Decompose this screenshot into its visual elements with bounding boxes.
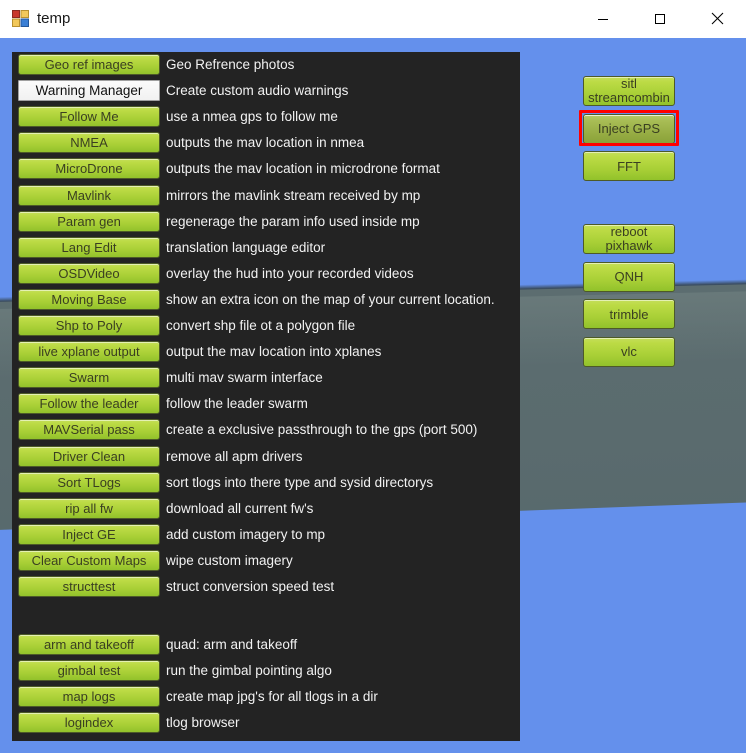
side-button-inject-gps[interactable]: Inject GPS — [583, 113, 675, 144]
close-icon — [711, 12, 723, 25]
tool-description: struct conversion speed test — [166, 579, 335, 594]
tool-description: translation language editor — [166, 239, 326, 255]
tool-row: Warning Manager Create custom audio warni… — [12, 80, 520, 102]
tool-row: live xplane output output the mav locatio… — [12, 341, 520, 363]
tool-button-mavlink[interactable]: Mavlink — [18, 184, 160, 206]
tool-row: structtest struct conversion speed test — [12, 576, 520, 598]
tool-description: add custom imagery to mp — [166, 526, 326, 542]
tool-row: logindex tlog browser — [12, 712, 520, 734]
tool-button-inject-ge[interactable]: Inject GE — [18, 523, 160, 545]
tool-description: multi mav swarm interface — [166, 370, 323, 386]
tool-row: Sort TLogs sort tlogs into there type and… — [12, 471, 520, 494]
tool-button-microdrone[interactable]: MicroDrone — [18, 158, 160, 180]
tool-description: mirrors the mavlink stream received by m… — [166, 187, 421, 203]
tool-row: MAVSerial pass create a exclusive passthr… — [12, 419, 520, 441]
tools-panel: Geo ref images Geo Refrence photos Warning… — [12, 52, 520, 741]
tool-row: Driver Clean remove all apm drivers — [12, 445, 520, 468]
maximize-icon — [655, 13, 665, 24]
side-button-vlc[interactable]: vlc — [583, 336, 675, 367]
tool-button-shp-to-poly[interactable]: Shp to Poly — [18, 315, 160, 336]
tool-row: Moving Base show an extra icon on the map… — [12, 288, 520, 311]
tool-button-gimbal-test[interactable]: gimbal test — [18, 660, 160, 682]
side-button-qnh[interactable]: QNH — [583, 261, 675, 292]
tool-button-logindex[interactable]: logindex — [18, 712, 160, 734]
tool-description: output the mav location into xplanes — [166, 344, 382, 360]
tool-description: remove all apm drivers — [166, 448, 303, 464]
tool-description: download all current fw's — [166, 500, 314, 516]
tool-description: sort tlogs into there type and sysid dir… — [166, 474, 434, 490]
tool-row: NMEA outputs the mav location in nmea — [12, 132, 520, 154]
tool-button-driver-clean[interactable]: Driver Clean — [18, 445, 160, 467]
tool-description: run the gimbal pointing algo — [166, 663, 332, 679]
tool-description: tlog browser — [166, 715, 240, 731]
tool-button-osdvideo[interactable]: OSDVideo — [18, 262, 160, 284]
tool-button-swarm[interactable]: Swarm — [18, 367, 160, 389]
tool-button-param-gen[interactable]: Param gen — [18, 210, 160, 232]
tool-description: create a exclusive passthrough to the gp… — [166, 422, 478, 438]
tool-description: show an extra icon on the map of your cu… — [166, 291, 495, 307]
application-window: temp Geo ref images Geo Refrence photos Wa… — [0, 0, 746, 753]
tool-button-live-xplane-output[interactable]: live xplane output — [18, 341, 160, 363]
tool-button-mavserial-pass[interactable]: MAVSerial pass — [18, 419, 160, 441]
tool-row: Follow Me use a nmea gps to follow me — [12, 106, 520, 128]
tool-row: Clear Custom Maps wipe custom imagery — [12, 549, 520, 572]
tool-row: Geo ref images Geo Refrence photos — [12, 54, 520, 76]
tool-button-follow-me[interactable]: Follow Me — [18, 106, 160, 128]
tool-button-geo-ref-images[interactable]: Geo ref images — [18, 54, 160, 75]
window-titlebar: temp — [0, 0, 746, 39]
app-icon — [12, 10, 29, 27]
tool-button-follow-the-leader[interactable]: Follow the leader — [18, 393, 160, 415]
tool-row: map logs create map jpg's for all tlogs i… — [12, 686, 520, 708]
tool-button-moving-base[interactable]: Moving Base — [18, 288, 160, 310]
tool-row: Swarm multi mav swarm interface — [12, 367, 520, 389]
tool-button-map-logs[interactable]: map logs — [18, 686, 160, 708]
tool-row: Follow the leader follow the leader swarm — [12, 393, 520, 415]
window-maximize-button[interactable] — [637, 0, 683, 37]
minimize-icon — [598, 18, 608, 20]
tool-description: convert shp file ot a polygon file — [166, 318, 356, 333]
side-button-fft[interactable]: FFT — [583, 151, 675, 181]
tool-row: Param gen regenerage the param info used … — [12, 210, 520, 233]
tool-button-lang-edit[interactable]: Lang Edit — [18, 236, 160, 258]
side-button-reboot-pixhawk[interactable]: reboot pixhawk — [583, 224, 675, 254]
tool-description: wipe custom imagery — [166, 552, 293, 568]
tool-row: rip all fw download all current fw's — [12, 497, 520, 520]
window-minimize-button[interactable] — [580, 0, 626, 37]
window-close-button[interactable] — [694, 0, 740, 37]
tool-button-nmea[interactable]: NMEA — [18, 132, 160, 154]
tool-row: MicroDrone outputs the mav location in mi… — [12, 158, 520, 180]
side-button-sitl-streamcombin[interactable]: sitl streamcombin — [583, 76, 675, 106]
tool-description: outputs the mav location in nmea — [166, 135, 365, 151]
tool-button-sort-tlogs[interactable]: Sort TLogs — [18, 471, 160, 493]
tool-row: gimbal test run the gimbal pointing algo — [12, 660, 520, 682]
tool-row: OSDVideo overlay the hud into your record… — [12, 262, 520, 285]
tool-description: quad: arm and takeoff — [166, 637, 298, 652]
window-title: temp — [37, 10, 71, 27]
tool-description: create map jpg's for all tlogs in a dir — [166, 689, 378, 705]
tool-description: Geo Refrence photos — [166, 57, 295, 72]
tool-button-structtest[interactable]: structtest — [18, 576, 160, 597]
tool-row: Lang Edit translation language editor — [12, 236, 520, 259]
tool-row: arm and takeoff quad: arm and takeoff — [12, 634, 520, 656]
tool-row: Shp to Poly convert shp file ot a polygon… — [12, 315, 520, 337]
tool-description: use a nmea gps to follow me — [166, 109, 338, 125]
tool-button-arm-and-takeoff[interactable]: arm and takeoff — [18, 634, 160, 655]
tool-button-rip-all-fw[interactable]: rip all fw — [18, 497, 160, 519]
tool-button-warning-manager[interactable]: Warning Manager — [18, 80, 160, 102]
tool-description: overlay the hud into your recorded video… — [166, 265, 414, 281]
tool-description: follow the leader swarm — [166, 396, 308, 412]
tool-description: outputs the mav location in microdrone f… — [166, 161, 440, 177]
tool-description: regenerage the param info used inside mp — [166, 213, 420, 229]
tool-button-clear-custom-maps[interactable]: Clear Custom Maps — [18, 549, 160, 571]
side-button-trimble[interactable]: trimble — [583, 299, 675, 329]
tool-description: Create custom audio warnings — [166, 83, 349, 99]
tool-row: Mavlink mirrors the mavlink stream receiv… — [12, 184, 520, 207]
tool-row: Inject GE add custom imagery to mp — [12, 523, 520, 546]
